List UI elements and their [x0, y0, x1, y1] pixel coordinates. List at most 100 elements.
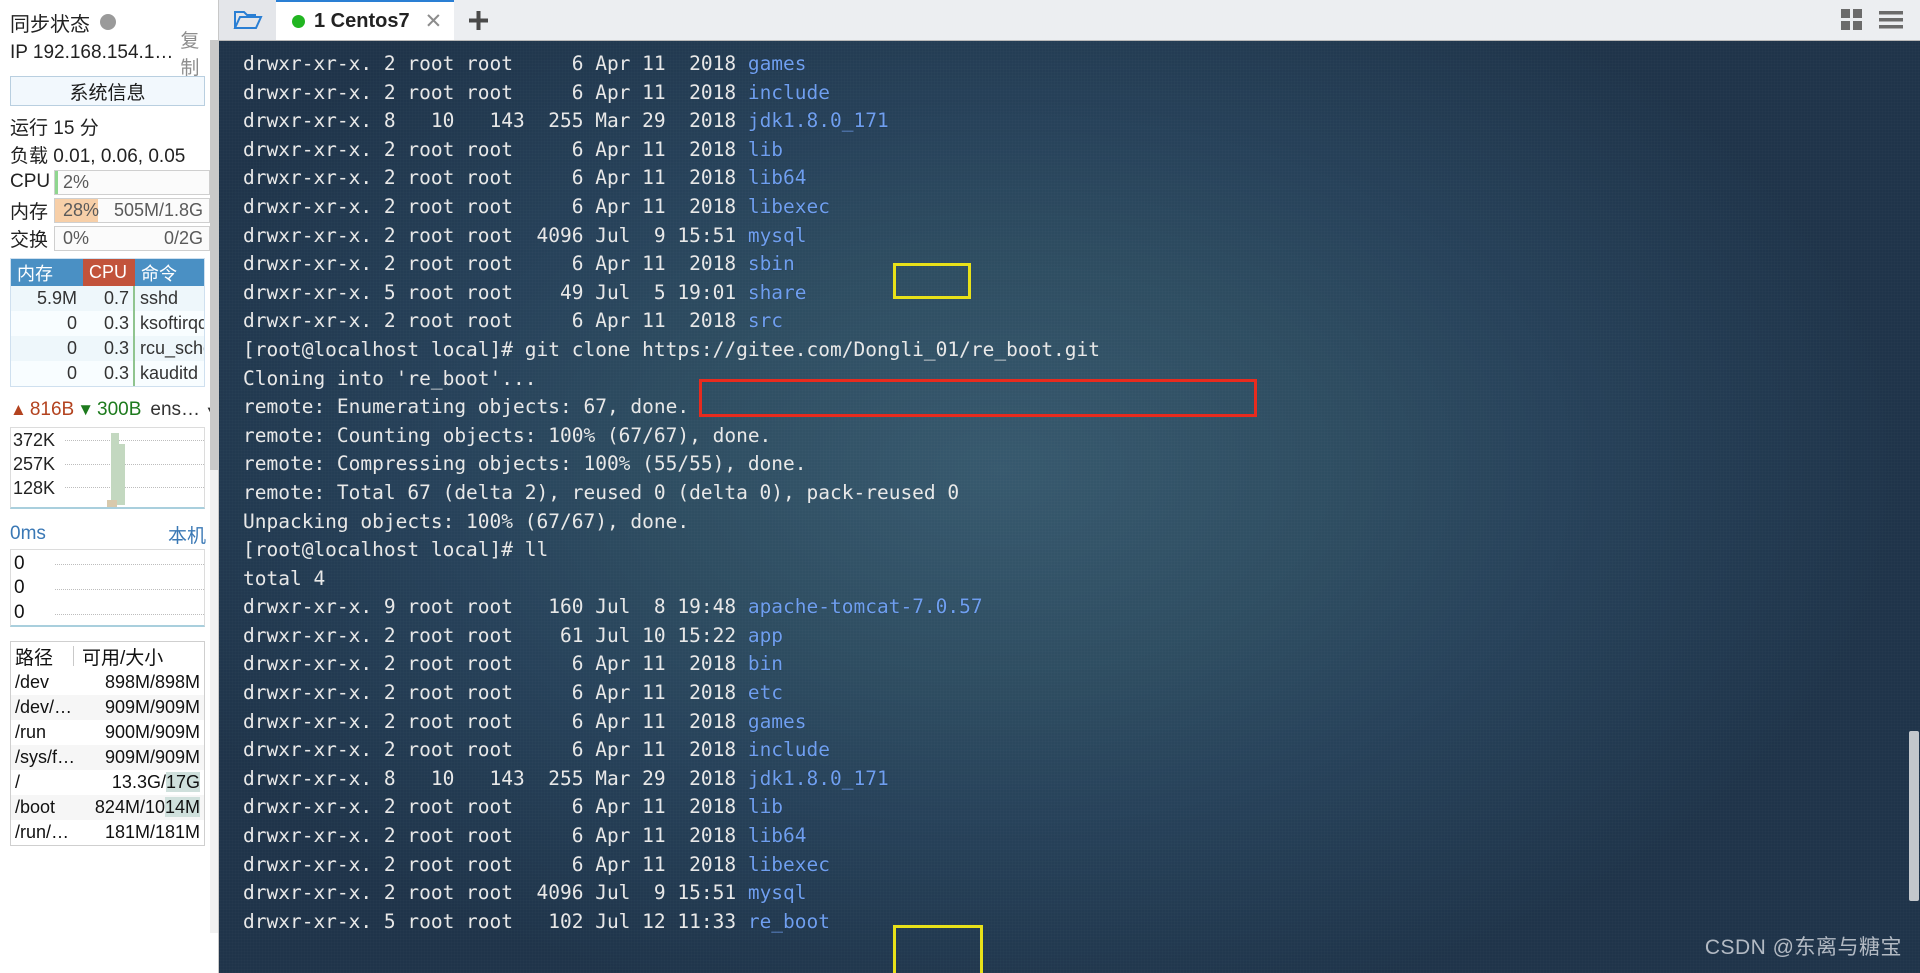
- disk-row-size: 13.3G/17G: [111, 772, 200, 792]
- sidebar-scrollbar-thumb[interactable]: [210, 40, 218, 470]
- disk-row[interactable]: /boot 824M/1014M: [11, 795, 204, 820]
- terminal-output[interactable]: drwxr-xr-x. 2 root root 6 Apr 11 2018 ga…: [219, 41, 1920, 973]
- ping-axis-label-0: 0: [14, 553, 25, 574]
- terminal-directory-name: bin: [747, 652, 784, 676]
- uptime-label: 运行 15 分: [10, 117, 99, 139]
- network-graph-bar: [119, 444, 125, 505]
- terminal-directory-name: app: [747, 623, 784, 647]
- disk-row[interactable]: /dev 898M/898M: [11, 670, 204, 695]
- disk-row[interactable]: /sys/f… 909M/909M: [11, 745, 204, 770]
- terminal-directory-name: lib64: [747, 166, 807, 190]
- sync-status-label: 同步状态: [10, 13, 90, 36]
- close-icon[interactable]: ✕: [425, 9, 443, 34]
- ping-host-selector[interactable]: 本机: [168, 521, 206, 548]
- terminal-line: drwxr-xr-x. 2 root root 6 Apr 11 2018 li…: [243, 166, 807, 190]
- terminal-directory-name: share: [747, 280, 807, 304]
- swap-meter-percent: 0%: [63, 227, 90, 248]
- plus-icon[interactable]: [454, 0, 502, 40]
- memory-meter-label: 内存: [10, 201, 49, 223]
- tab-centos7[interactable]: 1 Centos7 ✕: [276, 0, 455, 40]
- ip-address-row: IP 192.168.154.1… 复制: [8, 31, 210, 79]
- terminal-line: Unpacking objects: 100% (67/67), done.: [243, 509, 690, 533]
- process-row[interactable]: 0 0.3 kauditd: [11, 361, 204, 386]
- terminal-directory-name: etc: [747, 681, 784, 705]
- arrow-up-icon: ▲: [10, 400, 27, 419]
- terminal-line: drwxr-xr-x. 5 root root 49 Jul 5 19:01 s…: [243, 280, 807, 304]
- network-interface-selector[interactable]: ens…: [150, 399, 200, 421]
- disk-row[interactable]: / 13.3G/17G: [11, 770, 204, 795]
- network-graph-bar-secondary: [107, 500, 117, 507]
- cpu-meter: 2%: [54, 169, 210, 195]
- disk-row-path: /dev: [15, 672, 50, 692]
- process-row[interactable]: 5.9M 0.7 sshd: [11, 286, 204, 311]
- disk-row[interactable]: /run 900M/909M: [11, 720, 204, 745]
- system-monitor-sidebar: 同步状态 IP 192.168.154.1… 复制 系统信息 运行 15 分 负…: [0, 0, 219, 973]
- copy-ip-button[interactable]: 复制: [180, 26, 210, 80]
- terminal-line: drwxr-xr-x. 2 root root 4096 Jul 9 15:51…: [243, 223, 807, 247]
- disk-row-path: /boot: [15, 797, 56, 817]
- open-folder-icon[interactable]: [219, 0, 276, 40]
- load-average-label: 负载 0.01, 0.06, 0.05: [10, 145, 186, 167]
- tab-bar: 1 Centos7 ✕: [219, 0, 1920, 41]
- process-row-memory: 0: [66, 338, 77, 358]
- network-upload-value: 816B: [29, 399, 75, 420]
- disk-row-path: /run: [15, 722, 47, 742]
- disk-usage-table: 路径 可用/大小 /dev 898M/898M/dev/… 909M/909M/ru…: [10, 641, 205, 846]
- process-row-memory: 0: [66, 363, 77, 383]
- terminal-directory-name: jdk1.8.0_171: [747, 766, 889, 790]
- terminal-line: drwxr-xr-x. 5 root root 102 Jul 12 11:33…: [243, 909, 831, 933]
- terminal-line: [root@localhost local]# ll: [243, 538, 549, 562]
- terminal-line: drwxr-xr-x. 2 root root 6 Apr 11 2018 li…: [243, 795, 784, 819]
- process-header-cpu[interactable]: CPU: [83, 259, 135, 286]
- process-row-command: rcu_sched: [140, 338, 204, 358]
- memory-meter-percent: 28%: [63, 199, 100, 220]
- csdn-watermark: CSDN @东离与糖宝: [1704, 936, 1902, 960]
- terminal-line: drwxr-xr-x. 2 root root 6 Apr 11 2018 bi…: [243, 652, 784, 676]
- disk-row-path: /run/…: [15, 822, 70, 842]
- swap-meter-row: 交换 0% 0/2G: [8, 224, 210, 252]
- disk-row-path: /dev/…: [15, 697, 73, 717]
- process-row[interactable]: 0 0.3 ksoftirqd: [11, 311, 204, 336]
- process-row-command: sshd: [140, 288, 179, 308]
- terminal-line: drwxr-xr-x. 8 10 143 255 Mar 29 2018 jdk…: [243, 766, 889, 790]
- terminal-line: total 4: [243, 566, 326, 590]
- process-header-memory[interactable]: 内存: [11, 259, 83, 286]
- process-header-command[interactable]: 命令: [135, 259, 204, 286]
- terminal-directory-name: re_boot: [747, 909, 831, 933]
- disk-row[interactable]: /dev/… 909M/909M: [11, 695, 204, 720]
- terminal-line: [root@localhost local]# git clone https:…: [243, 337, 1101, 361]
- system-info-button[interactable]: 系统信息: [10, 76, 205, 106]
- disk-header-size[interactable]: 可用/大小: [74, 643, 204, 670]
- disk-row-size: 900M/909M: [104, 722, 200, 742]
- terminal-directory-name: games: [747, 52, 807, 75]
- terminal-scrollbar-thumb[interactable]: [1909, 731, 1919, 901]
- tab-label: 1 Centos7: [314, 9, 410, 32]
- terminal-line: drwxr-xr-x. 2 root root 6 Apr 11 2018 et…: [243, 681, 784, 705]
- arrow-down-icon: ▼: [77, 400, 95, 419]
- terminal-directory-name: mysql: [747, 223, 807, 247]
- disk-table-body: /dev 898M/898M/dev/… 909M/909M/run 900M/909…: [11, 670, 204, 845]
- process-row-cpu: 0.3: [83, 336, 135, 361]
- terminal-line: drwxr-xr-x. 2 root root 6 Apr 11 2018 li…: [243, 194, 831, 218]
- terminal-scrollbar[interactable]: [1908, 41, 1920, 973]
- ping-axis-label-2: 0: [14, 602, 25, 623]
- terminal-line: drwxr-xr-x. 8 10 143 255 Mar 29 2018 jdk…: [243, 109, 889, 133]
- terminal-line: Cloning into 're_boot'...: [243, 366, 537, 390]
- disk-row[interactable]: /run/… 181M/181M: [11, 820, 204, 845]
- hamburger-menu-icon[interactable]: [1878, 9, 1904, 31]
- disk-row-size: 181M/181M: [104, 822, 200, 842]
- sidebar-scrollbar[interactable]: [210, 40, 218, 933]
- terminal-line: remote: Counting objects: 100% (67/67), …: [243, 423, 772, 447]
- disk-row-size: 898M/898M: [104, 672, 200, 692]
- cpu-meter-row: CPU 2%: [8, 168, 210, 196]
- network-axis-label-0: 372K: [13, 430, 56, 450]
- gray-dot-icon: [100, 14, 116, 30]
- main-pane: 1 Centos7 ✕ drwxr-xr-x. 2 root root 6 Ap…: [219, 0, 1920, 973]
- process-row-memory: 0: [66, 313, 77, 333]
- terminal-directory-name: lib64: [747, 824, 807, 848]
- process-row[interactable]: 0 0.3rcu_sched: [11, 336, 204, 361]
- cpu-meter-label: CPU: [10, 171, 51, 192]
- grid-view-icon[interactable]: [1840, 8, 1864, 32]
- disk-header-path[interactable]: 路径: [11, 643, 73, 670]
- process-row-memory: 5.9M: [36, 288, 77, 308]
